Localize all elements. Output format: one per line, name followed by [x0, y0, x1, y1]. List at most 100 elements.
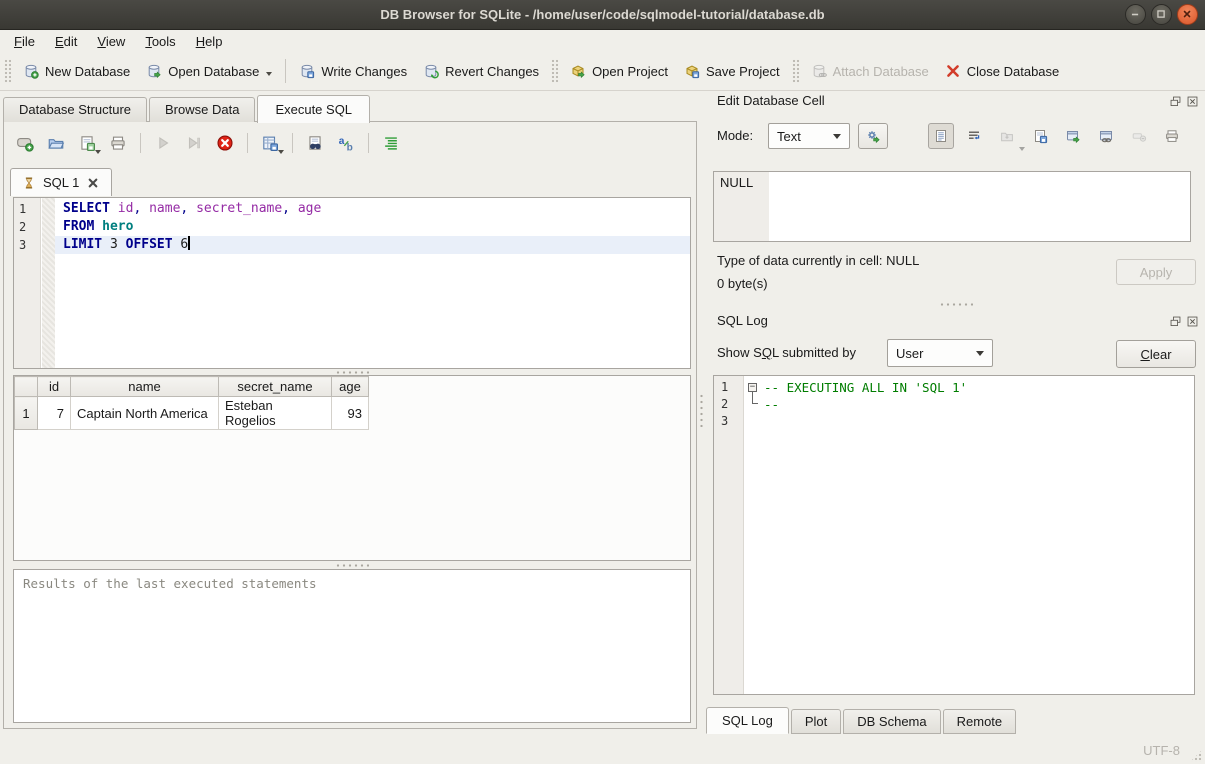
code-text: FROM hero	[55, 218, 690, 236]
sql-editor[interactable]: 1SELECT id, name, secret_name, age2FROM …	[13, 197, 691, 369]
null-toggle-icon	[1131, 128, 1147, 144]
svg-text:a: a	[339, 136, 345, 147]
dock-tab-plot[interactable]: Plot	[791, 709, 841, 734]
edit-cell-dock-float-button[interactable]	[1169, 95, 1182, 113]
sql-log-view[interactable]: 1−-- EXECUTING ALL IN 'SQL 1'2--3	[713, 375, 1195, 695]
db-close-icon	[945, 63, 961, 79]
gear-apply-icon	[865, 128, 881, 144]
toolbar-handle[interactable]	[792, 59, 799, 83]
apply-button: Apply	[1116, 259, 1196, 285]
find-button[interactable]	[306, 134, 324, 152]
auto-complete-button[interactable]: ab	[337, 134, 355, 152]
menu-view[interactable]: View	[87, 32, 135, 51]
minimize-button[interactable]	[1125, 4, 1146, 25]
cell-name[interactable]: Captain North America	[71, 397, 219, 430]
dock-tab-db-schema[interactable]: DB Schema	[843, 709, 940, 734]
main-toolbar: New DatabaseOpen Database Write Changes Re…	[0, 52, 1205, 91]
log-filter-combobox[interactable]: User	[887, 339, 993, 367]
table-message-splitter[interactable]	[13, 562, 691, 568]
dock-tab-remote[interactable]: Remote	[943, 709, 1017, 734]
sql-log-dock-close-button[interactable]	[1186, 315, 1199, 333]
minimize-glyph-icon	[1128, 7, 1143, 22]
column-header-age[interactable]: age	[332, 377, 369, 397]
menu-tools[interactable]: Tools	[135, 32, 185, 51]
open-project-label: Open Project	[592, 64, 668, 79]
save-project-button[interactable]: Save Project	[676, 58, 788, 84]
sql-doc-tab[interactable]: SQL 1	[10, 168, 112, 196]
mode-combobox[interactable]: Text	[768, 123, 850, 149]
print-button[interactable]	[109, 134, 127, 152]
mode-label: Mode:	[717, 128, 753, 143]
save-blue-button[interactable]	[1027, 123, 1053, 149]
play-line-icon	[185, 134, 203, 152]
toolbar-separator	[292, 133, 293, 153]
db-new-icon	[23, 63, 39, 79]
row-header[interactable]: 1	[15, 397, 38, 430]
menu-help[interactable]: Help	[186, 32, 233, 51]
edit-cell-dock-title: Edit Database Cell	[717, 93, 825, 108]
tab-new-button[interactable]	[16, 134, 34, 152]
pane-splitter-handle[interactable]	[699, 393, 705, 427]
edit-cell-dock-close-button[interactable]	[1186, 95, 1199, 113]
cell-value: NULL	[720, 175, 753, 190]
close-icon[interactable]	[86, 176, 100, 190]
fold-margin-cell	[42, 218, 55, 236]
tab-browse-data[interactable]: Browse Data	[149, 97, 255, 122]
column-header-name[interactable]: name	[71, 377, 219, 397]
log-text: -- EXECUTING ALL IN 'SQL 1'	[764, 379, 1194, 396]
toolbar-handle[interactable]	[551, 59, 558, 83]
format-indent-button[interactable]	[382, 134, 400, 152]
file-open-button[interactable]	[47, 134, 65, 152]
mode-gear-button[interactable]	[858, 123, 888, 149]
toolbar-separator	[285, 59, 286, 83]
fold-collapse-icon[interactable]: −	[748, 383, 757, 392]
chevron-down-icon[interactable]	[266, 72, 272, 76]
export-arrow-button[interactable]	[1060, 123, 1086, 149]
column-header-secret-name[interactable]: secret_name	[219, 377, 332, 397]
toolbar-handle[interactable]	[4, 59, 11, 83]
write-changes-label: Write Changes	[321, 64, 407, 79]
code-text: LIMIT 3 OFFSET 6	[55, 236, 690, 254]
column-header-id[interactable]: id	[38, 377, 71, 397]
close-glyph-icon	[1180, 7, 1195, 22]
cell-age[interactable]: 93	[332, 397, 369, 430]
cell-id[interactable]: 7	[38, 397, 71, 430]
close-database-label: Close Database	[967, 64, 1060, 79]
menu-edit[interactable]: Edit	[45, 32, 87, 51]
fold-line	[752, 392, 758, 404]
tab-execute-sql[interactable]: Execute SQL	[257, 95, 370, 123]
line-number: 3	[714, 413, 744, 430]
dock-splitter[interactable]	[706, 302, 1205, 307]
maximize-button[interactable]	[1151, 4, 1172, 25]
close-button[interactable]	[1177, 4, 1198, 25]
stop-button[interactable]	[216, 134, 234, 152]
print-button[interactable]	[1159, 123, 1185, 149]
word-wrap-button[interactable]	[961, 123, 987, 149]
chevron-down-icon	[1019, 147, 1025, 151]
dock-tab-sql-log[interactable]: SQL Log	[706, 707, 789, 734]
log-line: 3	[714, 413, 1194, 430]
menu-file[interactable]: File	[4, 32, 45, 51]
clear-button[interactable]: Clear	[1116, 340, 1196, 368]
revert-changes-button[interactable]: Revert Changes	[415, 58, 547, 84]
close-database-button[interactable]: Close Database	[937, 58, 1068, 84]
line-number: 2	[14, 218, 42, 236]
open-database-button[interactable]: Open Database	[138, 58, 280, 84]
cell-secret-name[interactable]: Esteban Rogelios	[219, 397, 332, 430]
tab-database-structure[interactable]: Database Structure	[3, 97, 147, 122]
file-save-button[interactable]	[78, 134, 96, 152]
encoding-indicator: UTF-8	[1143, 743, 1180, 758]
chevron-down-icon[interactable]	[278, 150, 284, 154]
open-project-button[interactable]: Open Project	[562, 58, 676, 84]
link-window-button[interactable]	[1093, 123, 1119, 149]
cell-value-editor[interactable]: NULL	[713, 171, 1191, 242]
db-revert-icon	[423, 63, 439, 79]
save-results-button[interactable]	[261, 134, 279, 152]
new-database-button[interactable]: New Database	[15, 58, 138, 84]
text-doc-button[interactable]	[928, 123, 954, 149]
resize-grip[interactable]	[1190, 749, 1203, 762]
titlebar[interactable]: DB Browser for SQLite - /home/user/code/…	[0, 0, 1205, 30]
sql-log-dock-float-button[interactable]	[1169, 315, 1182, 333]
chevron-down-icon[interactable]	[95, 150, 101, 154]
write-changes-button[interactable]: Write Changes	[291, 58, 415, 84]
